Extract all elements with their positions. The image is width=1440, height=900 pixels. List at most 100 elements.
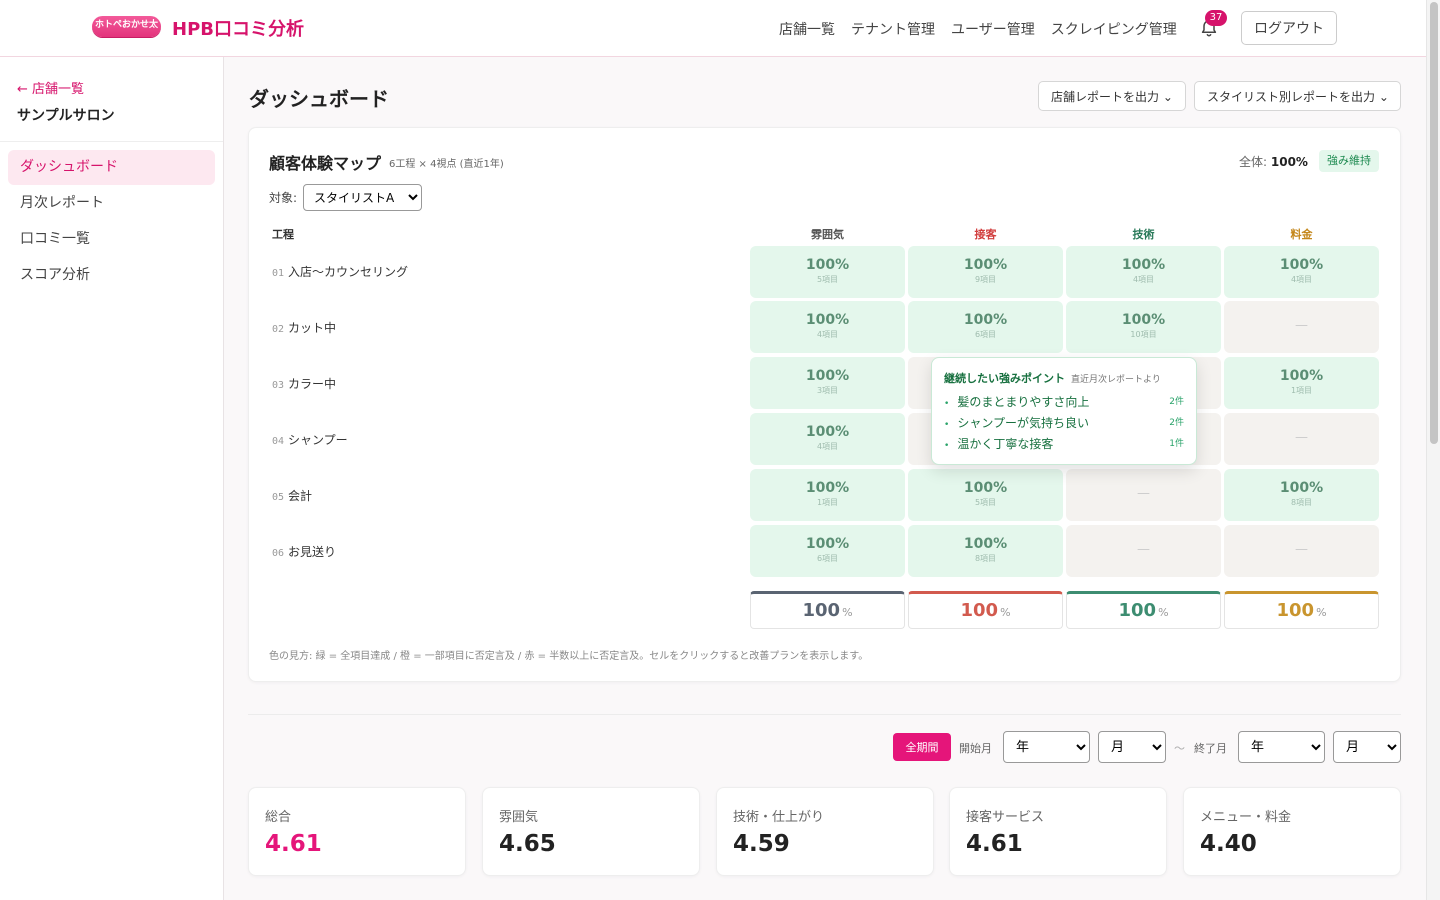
cell-item-count: 8項目 <box>1290 498 1313 507</box>
all-period-button[interactable]: 全期間 <box>893 733 951 761</box>
cell-item-count: 1項目 <box>1290 386 1313 395</box>
tooltip-title: 継続したい強みポイント <box>944 372 1065 385</box>
map-cell[interactable]: 100% 5項目 <box>750 246 905 298</box>
score-label: 雰囲気 <box>499 810 539 825</box>
sidebar-item-dashboard[interactable]: ダッシュボード <box>8 150 215 185</box>
cell-percentage: 100% <box>805 536 850 552</box>
end-month-select[interactable]: 月 <box>1333 731 1401 763</box>
map-cell[interactable]: 100% 6項目 <box>750 525 905 577</box>
dash-icon: — <box>1295 542 1308 557</box>
cell-item-count: 1項目 <box>816 498 839 507</box>
map-cell-empty[interactable]: — <box>1066 469 1221 521</box>
brand-logo[interactable]: ホトペおかせ太 <box>92 16 161 37</box>
salon-name: サンプルサロン <box>17 108 115 124</box>
map-cell-empty[interactable]: — <box>1224 413 1379 465</box>
map-cell-empty[interactable]: — <box>1066 525 1221 577</box>
page-scrollbar[interactable] <box>1426 0 1440 900</box>
sidebar-item-monthly-report[interactable]: 月次レポート <box>8 186 215 221</box>
map-cell[interactable]: 100% 8項目 <box>1224 469 1379 521</box>
map-cell[interactable]: 100% 6項目 <box>908 301 1063 353</box>
notification-count-badge: 37 <box>1205 10 1227 26</box>
customer-experience-map-card: 顧客体験マップ 6工程 × 4視点 (直近1年) 全体: 100% 強み維持 対… <box>248 127 1401 682</box>
column-total-unit: % <box>842 606 853 619</box>
cell-percentage: 100% <box>1121 312 1166 328</box>
score-card-menu-price: メニュー・料金 4.40 <box>1183 787 1401 876</box>
strength-point-item: • 髪のまとまりやすさ向上 2件 <box>944 392 1184 413</box>
sidebar-item-reviews[interactable]: 口コミ一覧 <box>8 222 215 257</box>
process-row-label: 04 シャンプー <box>272 431 348 448</box>
process-row-label: 01 入店〜カウンセリング <box>272 263 408 280</box>
map-cell[interactable]: 100% 10項目 <box>1066 301 1221 353</box>
stylist-report-export-label: スタイリスト別レポートを出力 <box>1207 89 1376 104</box>
score-card-service: 接客サービス 4.61 <box>949 787 1167 876</box>
app-title[interactable]: HPB口コミ分析 <box>172 15 304 41</box>
back-to-store-list-link[interactable]: ← 店舗一覧 <box>17 78 84 97</box>
map-cell-empty[interactable]: — <box>1224 301 1379 353</box>
page-title: ダッシュボード <box>249 87 389 111</box>
map-cell[interactable]: 100% 9項目 <box>908 246 1063 298</box>
map-cell[interactable]: 100% 3項目 <box>750 357 905 409</box>
score-label: メニュー・料金 <box>1200 810 1292 825</box>
cell-item-count: 4項目 <box>816 442 839 451</box>
cell-percentage: 100% <box>805 424 850 440</box>
column-total: 100% <box>1224 591 1379 629</box>
strength-point-item: • 温かく丁寧な接客 1件 <box>944 434 1184 455</box>
target-select[interactable]: スタイリストA <box>303 184 422 211</box>
cell-percentage: 100% <box>1279 368 1324 384</box>
bullet-icon: • <box>944 420 950 430</box>
process-name: お見送り <box>288 545 337 559</box>
cell-percentage: 100% <box>963 257 1008 273</box>
dash-icon: — <box>1137 486 1150 501</box>
score-value: 4.65 <box>499 831 556 857</box>
process-number: 05 <box>272 492 285 503</box>
cell-item-count: 8項目 <box>974 554 997 563</box>
strength-point-count: 2件 <box>1169 397 1184 407</box>
logout-button[interactable]: ログアウト <box>1241 11 1337 45</box>
score-label: 技術・仕上がり <box>733 810 825 825</box>
start-month-label: 開始月 <box>959 742 992 755</box>
overall-score: 全体: 100% <box>1239 153 1308 170</box>
map-cell[interactable]: 100% 1項目 <box>750 469 905 521</box>
chevron-down-icon: ⌄ <box>1378 89 1389 104</box>
map-cell-empty[interactable]: — <box>1224 525 1379 577</box>
strength-points-tooltip: 継続したい強みポイント 直近月次レポートより • 髪のまとまりやすさ向上 2件 • シャ… <box>931 357 1197 465</box>
column-total: 100% <box>750 591 905 629</box>
column-header: 料金 <box>1290 228 1313 241</box>
map-cell[interactable]: 100% 4項目 <box>750 301 905 353</box>
cell-item-count: 3項目 <box>816 386 839 395</box>
map-cell[interactable]: 100% 4項目 <box>1066 246 1221 298</box>
bullet-icon: • <box>944 399 950 409</box>
scrollbar-thumb[interactable] <box>1430 2 1438 444</box>
map-cell[interactable]: 100% 4項目 <box>750 413 905 465</box>
start-year-select[interactable]: 年 <box>1003 731 1090 763</box>
cell-item-count: 5項目 <box>974 498 997 507</box>
score-value: 4.61 <box>265 831 322 857</box>
dash-icon: — <box>1137 542 1150 557</box>
map-cell[interactable]: 100% 8項目 <box>908 525 1063 577</box>
strength-point-text: 髪のまとまりやすさ向上 <box>957 395 1090 409</box>
store-report-export-button[interactable]: 店舗レポートを出力 ⌄ <box>1038 81 1186 111</box>
process-name: カラー中 <box>288 377 337 391</box>
nav-user-management[interactable]: ユーザー管理 <box>951 19 1035 39</box>
nav-scraping-management[interactable]: スクレイピング管理 <box>1051 19 1177 39</box>
column-total: 100% <box>908 591 1063 629</box>
score-value: 4.59 <box>733 831 790 857</box>
map-cell[interactable]: 100% 5項目 <box>908 469 1063 521</box>
map-title: 顧客体験マップ <box>269 154 382 173</box>
score-value: 4.61 <box>966 831 1023 857</box>
column-header: 雰囲気 <box>811 228 844 241</box>
top-nav: 店舗一覧 テナント管理 ユーザー管理 スクレイピング管理 <box>779 19 1177 39</box>
cell-item-count: 9項目 <box>974 275 997 284</box>
nav-tenant-management[interactable]: テナント管理 <box>851 19 935 39</box>
column-total-value: 100 <box>1276 600 1315 621</box>
process-row-label: 05 会計 <box>272 487 312 504</box>
sidebar-item-score-analysis[interactable]: スコア分析 <box>8 258 215 293</box>
stylist-report-export-button[interactable]: スタイリスト別レポートを出力 ⌄ <box>1194 81 1401 111</box>
map-cell[interactable]: 100% 4項目 <box>1224 246 1379 298</box>
chevron-down-icon: ⌄ <box>1162 89 1173 104</box>
start-month-select[interactable]: 月 <box>1098 731 1166 763</box>
column-header: 接客 <box>974 228 997 241</box>
end-year-select[interactable]: 年 <box>1238 731 1325 763</box>
nav-store-list[interactable]: 店舗一覧 <box>779 19 835 39</box>
map-cell[interactable]: 100% 1項目 <box>1224 357 1379 409</box>
